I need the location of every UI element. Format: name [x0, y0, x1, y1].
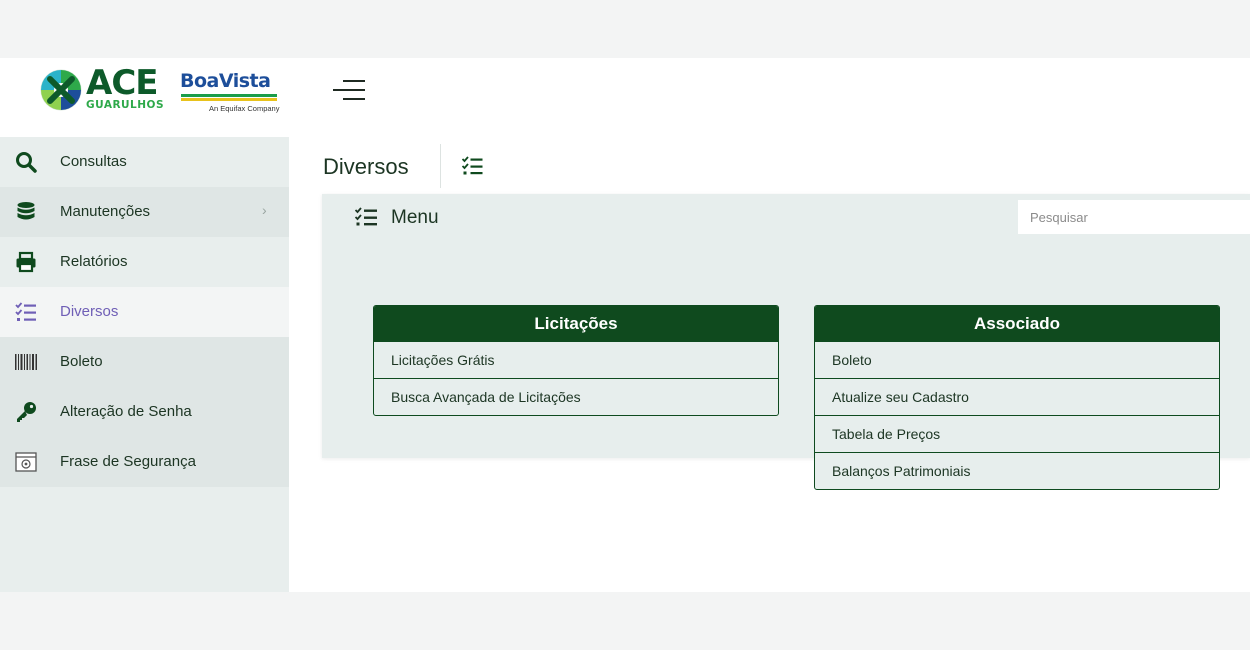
sidebar-item-frase-seguranca[interactable]: Frase de Segurança — [0, 437, 289, 487]
sidebar-item-label: Alteração de Senha — [60, 403, 192, 420]
search-input[interactable] — [1018, 200, 1250, 234]
logo-area: ACE GUARULHOS BoaVista An Equifax Compan… — [0, 58, 289, 137]
key-icon — [17, 402, 36, 422]
ace-guarulhos-logo[interactable]: ACE GUARULHOS — [38, 63, 168, 115]
boavista-green-stripe — [181, 94, 277, 97]
page-title: Diversos — [323, 154, 409, 179]
menu-link-busca-avancada[interactable]: Busca Avançada de Licitações — [374, 378, 778, 415]
menu-link-atualize-cadastro[interactable]: Atualize seu Cadastro — [815, 378, 1219, 415]
licitacoes-card: Licitações Licitações Grátis Busca Avanç… — [373, 305, 779, 416]
menu-link-boleto[interactable]: Boleto — [815, 341, 1219, 378]
sidebar-item-alteracao-senha[interactable]: Alteração de Senha — [0, 387, 289, 437]
ace-logo-mark-icon — [40, 69, 82, 111]
sidebar-item-diversos[interactable]: Diversos — [0, 287, 289, 337]
printer-icon — [16, 251, 36, 273]
sidebar-item-label: Diversos — [60, 303, 119, 320]
checklist-icon[interactable] — [462, 156, 484, 176]
sidebar-item-relatorios[interactable]: Relatórios — [0, 237, 289, 287]
menu-toggle-icon[interactable] — [333, 80, 365, 102]
sidebar-item-label: Relatórios — [60, 253, 128, 270]
sidebar-item-boleto[interactable]: Boleto — [0, 337, 289, 387]
database-icon — [17, 202, 35, 220]
sidebar-item-consultas[interactable]: Consultas — [0, 137, 289, 187]
card-title: Licitações — [374, 306, 778, 341]
boavista-yellow-stripe — [181, 98, 277, 101]
sidebar-item-label: Boleto — [60, 353, 103, 370]
ace-logo-text: ACE — [86, 63, 158, 103]
boavista-logo-text: BoaVista — [180, 70, 271, 92]
checklist-icon — [355, 207, 377, 226]
menu-link-tabela-precos[interactable]: Tabela de Preços — [815, 415, 1219, 452]
checklist-icon — [15, 302, 36, 321]
associado-card: Associado Boleto Atualize seu Cadastro T… — [814, 305, 1220, 490]
title-divider — [440, 144, 441, 188]
menu-link-balancos-patrimoniais[interactable]: Balanços Patrimoniais — [815, 452, 1219, 489]
security-phrase-icon — [15, 452, 37, 472]
menu-label: Menu — [391, 207, 439, 228]
chevron-right-icon: › — [262, 202, 267, 218]
search-icon — [16, 152, 37, 173]
app-window: ACE GUARULHOS BoaVista An Equifax Compan… — [0, 58, 1250, 592]
sidebar-item-label: Manutenções — [60, 203, 151, 220]
boavista-logo[interactable]: BoaVista An Equifax Company — [179, 70, 279, 118]
card-title: Associado — [815, 306, 1219, 341]
boavista-tagline: An Equifax Company — [209, 104, 280, 113]
menu-panel: Menu Licitações Licitações Grátis Busca … — [322, 194, 1250, 490]
sidebar: Consultas Manutenções › Relatórios Diver… — [0, 137, 289, 592]
menu-link-licitacoes-gratis[interactable]: Licitações Grátis — [374, 341, 778, 378]
barcode-icon — [15, 354, 37, 370]
ace-logo-subtitle: GUARULHOS — [86, 99, 165, 111]
sidebar-item-label: Consultas — [60, 153, 127, 170]
sidebar-item-label: Frase de Segurança — [60, 453, 196, 470]
sidebar-item-manutencoes[interactable]: Manutenções › — [0, 187, 289, 237]
